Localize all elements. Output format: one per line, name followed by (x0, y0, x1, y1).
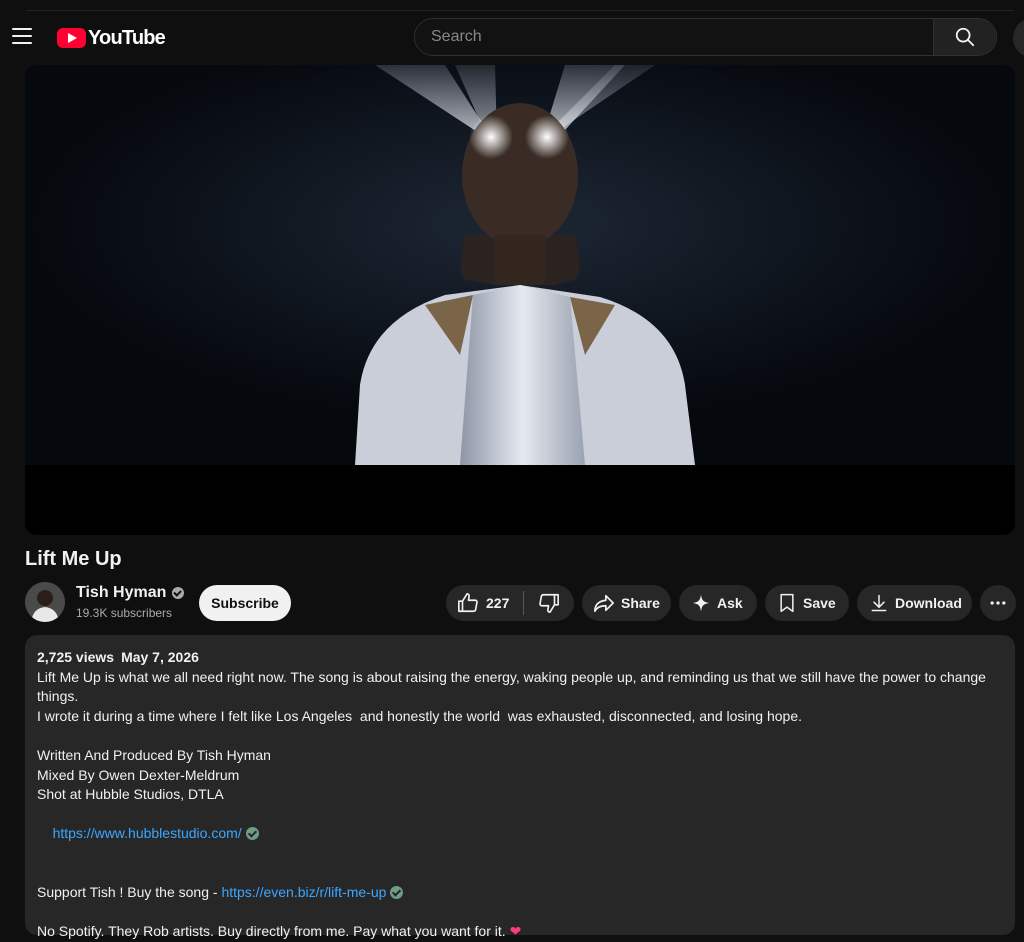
description-meta: 2,725 views May 7, 2026 (37, 648, 1003, 668)
search-icon (955, 27, 975, 47)
menu-icon[interactable] (12, 28, 32, 46)
more-actions-button[interactable] (980, 585, 1016, 621)
channel-name[interactable]: Tish Hyman (76, 584, 185, 602)
like-button[interactable]: 227 (446, 585, 523, 621)
description-box[interactable]: 2,725 views May 7, 2026 Lift Me Up is wha… (25, 635, 1015, 939)
masthead: YouTube (0, 11, 1024, 65)
thumbs-down-icon (539, 593, 559, 613)
subscriber-count: 19.3K subscribers (76, 606, 173, 620)
save-label: Save (803, 595, 836, 611)
download-label: Download (895, 595, 962, 611)
ask-label: Ask (717, 595, 743, 611)
buy-song-link[interactable]: https://even.biz/r/lift-me-up (221, 884, 386, 900)
description-paragraph: Lift Me Up is what we all need right now… (37, 668, 990, 705)
link-line: https://www.hubblestudio.com/ (37, 805, 1003, 864)
bookmark-icon (780, 593, 794, 613)
closing-text: No Spotify. They Rob artists. Buy direct… (37, 923, 506, 940)
share-label: Share (621, 595, 660, 611)
more-horizontal-icon (990, 601, 1006, 605)
channel-avatar[interactable] (25, 582, 65, 622)
search-box (414, 18, 997, 56)
share-button[interactable]: Share (582, 585, 671, 621)
youtube-logo[interactable]: YouTube (57, 26, 166, 49)
verified-check-icon (172, 587, 185, 599)
video-player[interactable] (25, 65, 1015, 535)
share-arrow-icon (594, 594, 614, 613)
upload-date: May 7, 2026 (121, 649, 199, 665)
video-title: Lift Me Up (25, 548, 122, 570)
view-count: 2,725 views (37, 649, 115, 665)
verified-check-icon (390, 886, 404, 900)
voice-search-button[interactable] (1013, 18, 1024, 58)
top-edge (0, 0, 1024, 11)
support-text: Support Tish ! Buy the song - (37, 884, 222, 901)
youtube-play-icon (57, 28, 86, 48)
support-line: Support Tish ! Buy the song - https://ev… (37, 883, 1003, 903)
like-count: 227 (486, 595, 510, 611)
video-frame (25, 65, 1015, 535)
download-icon (871, 594, 887, 612)
credit-line: Written And Produced By Tish Hyman (37, 746, 271, 763)
thumbs-up-icon (458, 593, 478, 613)
credit-line: Shot at Hubble Studios, DTLA (37, 786, 224, 803)
like-dislike-group: 227 (446, 585, 574, 621)
avatar-image (25, 582, 65, 622)
search-input[interactable] (415, 19, 933, 55)
download-button[interactable]: Download (857, 585, 972, 621)
ask-button[interactable]: Ask (679, 585, 757, 621)
verified-check-icon (245, 827, 259, 841)
channel-name-text[interactable]: Tish Hyman (76, 584, 166, 602)
heart-icon: ❤ (509, 923, 522, 940)
credit-line: Mixed By Owen Dexter-Meldrum (37, 766, 240, 783)
dislike-button[interactable] (524, 585, 574, 621)
sparkle-icon (692, 594, 710, 612)
subscribe-button[interactable]: Subscribe (199, 585, 291, 621)
save-button[interactable]: Save (765, 585, 849, 621)
search-button[interactable] (933, 19, 996, 55)
description-paragraph: I wrote it during a time where I felt li… (37, 707, 803, 724)
studio-link[interactable]: https://www.hubblestudio.com/ (53, 825, 242, 841)
closing-line: No Spotify. They Rob artists. Buy direct… (37, 922, 1003, 942)
logo-text: YouTube (88, 26, 166, 49)
